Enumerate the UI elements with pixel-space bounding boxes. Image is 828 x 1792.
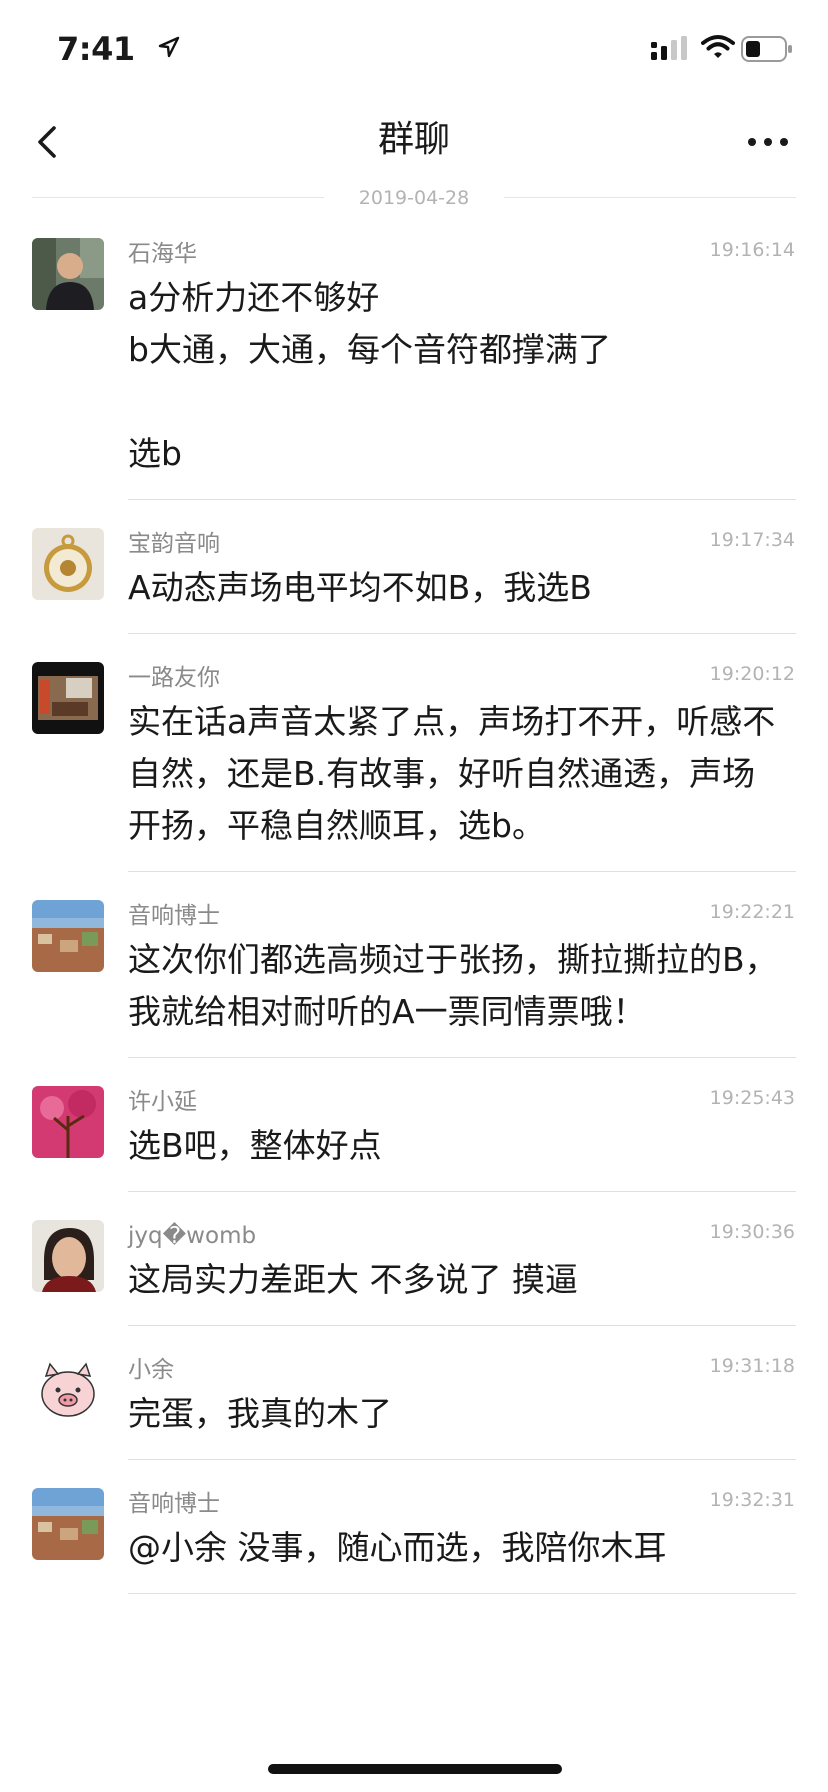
message-text: 完蛋，我真的木了 — [128, 1394, 392, 1433]
message-time: 19:16:14 — [709, 239, 795, 261]
sender-name: 音响博士 — [128, 903, 220, 929]
message-text: 这次你们都选高频过于张扬，撕拉撕拉的B，我就给相对耐听的A一票同情票哦！ — [128, 940, 778, 1031]
message-time: 19:25:43 — [709, 1087, 795, 1109]
divider-line-right — [504, 197, 796, 198]
message-time: 19:31:18 — [709, 1355, 795, 1377]
sender-name: 许小延 — [128, 1089, 197, 1115]
avatar-room-icon — [32, 662, 104, 734]
message-text: a分析力还不够好 b大通，大通，每个音符都撑满了 选b — [128, 278, 611, 473]
battery-icon — [741, 36, 792, 62]
avatar[interactable] — [32, 1086, 104, 1158]
message-item: 音响博士 19:22:21 这次你们都选高频过于张扬，撕拉撕拉的B，我就给相对耐… — [0, 894, 828, 1058]
avatar-landscape-icon — [32, 1488, 104, 1560]
sender-name: 石海华 — [128, 241, 197, 267]
home-indicator[interactable] — [268, 1764, 562, 1774]
location-arrow-icon — [158, 36, 180, 58]
avatar[interactable] — [32, 1220, 104, 1292]
status-time: 7:41 — [57, 30, 135, 68]
sender-name: 音响博士 — [128, 1491, 220, 1517]
message-text: A动态声场电平均不如B，我选B — [128, 568, 592, 607]
sender-name: 一路友你 — [128, 665, 220, 691]
cellular-signal-icon — [651, 36, 687, 60]
message-separator — [128, 1459, 796, 1460]
message-item: 宝韵音响 19:17:34 A动态声场电平均不如B，我选B — [0, 522, 828, 634]
avatar[interactable] — [32, 528, 104, 600]
avatar[interactable] — [32, 662, 104, 734]
avatar[interactable] — [32, 1354, 104, 1426]
avatar-pig-icon — [32, 1354, 104, 1426]
navigation-bar: 群聊 — [0, 96, 828, 196]
status-bar: 7:41 — [0, 0, 828, 96]
message-text: 实在话a声音太紧了点，声场打不开，听感不自然，还是B.有故事，好听自然通透，声场… — [128, 702, 776, 845]
message-list: 石海华 19:16:14 a分析力还不够好 b大通，大通，每个音符都撑满了 选b… — [0, 232, 828, 1594]
message-text: @小余 没事，随心而选，我陪你木耳 — [128, 1528, 667, 1567]
avatar-photo-man-icon — [32, 238, 104, 310]
avatar-pocket-watch-icon — [32, 528, 104, 600]
avatar-landscape-icon — [32, 900, 104, 972]
message-separator — [128, 633, 796, 634]
avatar[interactable] — [32, 900, 104, 972]
message-text: 选B吧，整体好点 — [128, 1126, 382, 1165]
wifi-icon — [701, 35, 735, 58]
date-divider: 2019-04-28 — [32, 186, 796, 210]
sender-name: 小余 — [128, 1357, 174, 1383]
message-time: 19:22:21 — [709, 901, 795, 923]
message-text: 这局实力差距大 不多说了 摸逼 — [128, 1260, 578, 1299]
message-time: 19:32:31 — [709, 1489, 795, 1511]
message-separator — [128, 1593, 796, 1594]
avatar[interactable] — [32, 1488, 104, 1560]
message-item: 许小延 19:25:43 选B吧，整体好点 — [0, 1080, 828, 1192]
message-item: 一路友你 19:20:12 实在话a声音太紧了点，声场打不开，听感不自然，还是B… — [0, 656, 828, 872]
date-label: 2019-04-28 — [358, 187, 470, 209]
sender-name: jyq�womb — [128, 1223, 257, 1249]
avatar-woman-icon — [32, 1220, 104, 1292]
more-options-icon[interactable] — [744, 126, 792, 158]
page-title: 群聊 — [377, 119, 450, 160]
avatar-pink-tree-icon — [32, 1086, 104, 1158]
avatar[interactable] — [32, 238, 104, 310]
sender-name: 宝韵音响 — [128, 531, 220, 557]
message-item: 音响博士 19:32:31 @小余 没事，随心而选，我陪你木耳 — [0, 1482, 828, 1594]
message-time: 19:17:34 — [709, 529, 795, 551]
message-time: 19:20:12 — [709, 663, 795, 685]
message-item: 石海华 19:16:14 a分析力还不够好 b大通，大通，每个音符都撑满了 选b — [0, 232, 828, 500]
message-item: jyq�womb 19:30:36 这局实力差距大 不多说了 摸逼 — [0, 1214, 828, 1326]
message-item: 小余 19:31:18 完蛋，我真的木了 — [0, 1348, 828, 1460]
message-separator — [128, 499, 796, 500]
message-separator — [128, 871, 796, 872]
message-separator — [128, 1057, 796, 1058]
divider-line-left — [32, 197, 324, 198]
message-separator — [128, 1325, 796, 1326]
message-separator — [128, 1191, 796, 1192]
message-time: 19:30:36 — [709, 1221, 795, 1243]
